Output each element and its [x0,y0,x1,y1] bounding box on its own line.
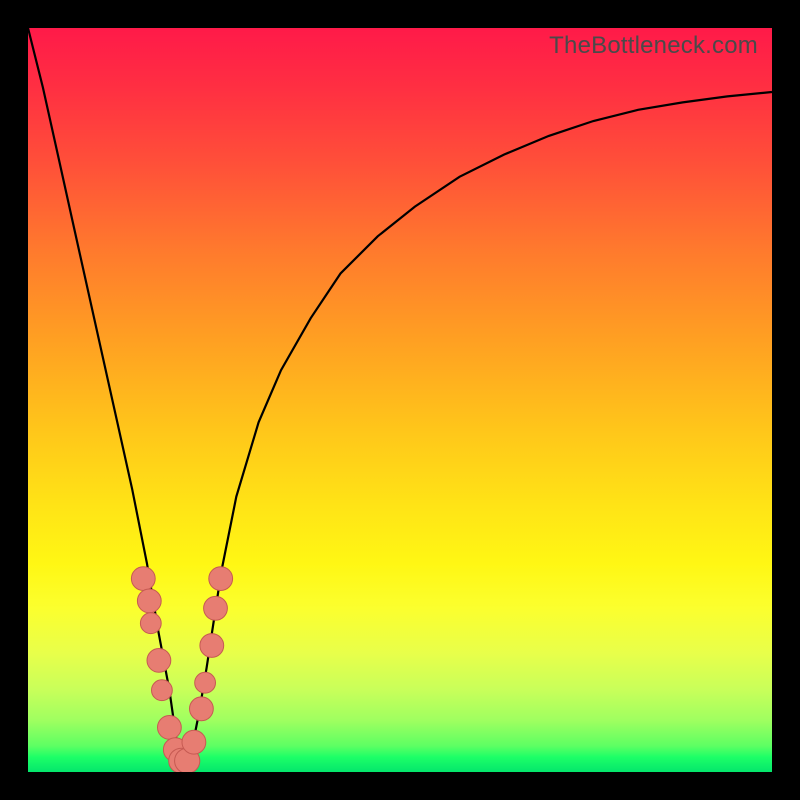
bottleneck-curve-line [28,28,772,768]
data-marker [140,613,161,634]
data-marker [131,567,155,591]
data-marker [200,634,224,658]
chart-plot-area: TheBottleneck.com [28,28,772,772]
data-marker [158,716,182,740]
data-marker [190,697,214,721]
data-marker [204,596,228,620]
data-marker [182,730,206,754]
data-marker [137,589,161,613]
data-marker [209,567,233,591]
data-markers-group [131,567,232,772]
data-marker [147,649,171,673]
data-marker [195,672,216,693]
chart-frame: TheBottleneck.com [0,0,800,800]
data-marker [152,680,173,701]
chart-svg-overlay [28,28,772,772]
